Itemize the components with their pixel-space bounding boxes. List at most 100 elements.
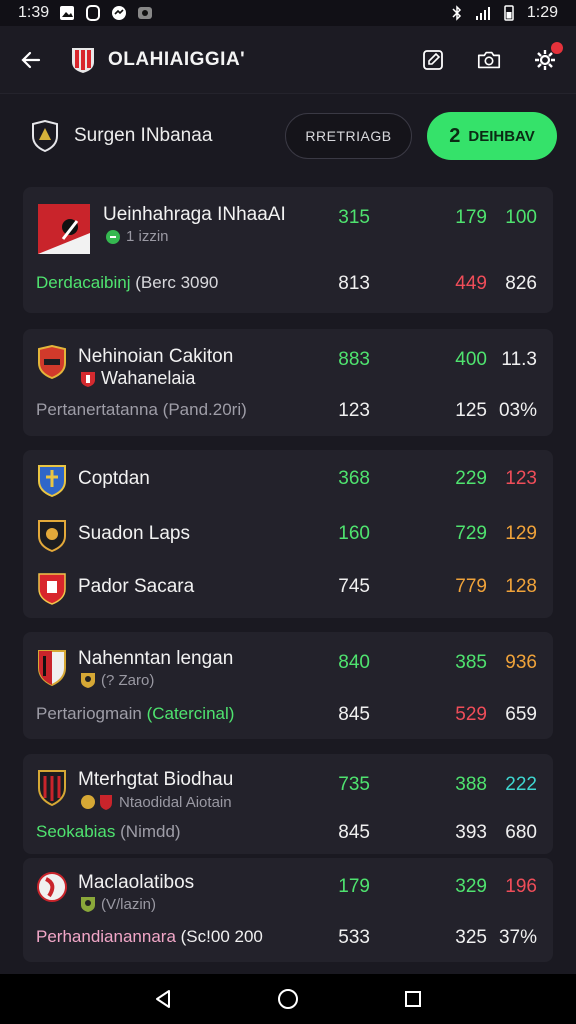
circle-home-icon — [277, 989, 298, 1009]
league-crest-icon — [32, 120, 58, 152]
card-footer-label: Pertanertatanna (Pand.20ri) — [36, 400, 247, 420]
footer-label: Pertariogmain — [36, 704, 142, 723]
card-footer-label: Derdacaibinj (Berc 3090 — [36, 273, 218, 293]
nav-home-button[interactable] — [275, 986, 301, 1012]
team-row[interactable]: Pador Sacara 745 779 128 — [23, 568, 553, 608]
footer-label-secondary: (Pand.20ri) — [162, 400, 247, 419]
match-card[interactable]: Nahenntan lengan (? Zaro) 840 385 936 Pe… — [23, 632, 553, 739]
filter-outline-button[interactable]: RRETRIAGB — [285, 113, 412, 159]
settings-button[interactable] — [532, 41, 563, 73]
footer-value: 533 — [338, 927, 370, 948]
edit-icon — [423, 49, 443, 70]
team-subtitle: (V/lazin) — [80, 895, 156, 913]
camera-button[interactable] — [476, 47, 502, 73]
stat-value: 936 — [505, 652, 537, 673]
stat-value: 129 — [505, 523, 537, 544]
team-subtitle: Wahanelaia — [80, 368, 195, 389]
card-footer-label: Seokabias (Nimdd) — [36, 822, 181, 842]
team-name: Pador Sacara — [78, 576, 195, 597]
team-subtitle-text: 1 izzin — [126, 228, 169, 245]
signal-icon — [475, 7, 490, 20]
team-name: Maclaolatibos — [78, 872, 195, 893]
green-button-glyph: 2 — [449, 124, 461, 147]
bluetooth-icon — [452, 5, 461, 21]
nav-back-button[interactable] — [150, 986, 176, 1012]
stat-value: 160 — [338, 523, 370, 544]
stat-value: 840 — [338, 652, 370, 673]
shield-outline-icon — [86, 5, 101, 21]
team-name: Nehinoian Cakiton — [78, 346, 234, 367]
notification-badge — [551, 41, 563, 54]
match-card[interactable]: Nehinoian Cakiton Wahanelaia 883 400 11.… — [23, 329, 553, 436]
footer-label-secondary: (Sc!00 200 — [180, 927, 263, 946]
footer-label: Seokabias — [36, 822, 116, 841]
team-subtitle: Ntaodidal Aiotain — [80, 793, 232, 811]
stat-value: 128 — [505, 576, 537, 597]
gold-red-badges-icon — [81, 795, 112, 810]
messenger-icon — [112, 6, 127, 20]
app-notification-icon — [138, 7, 153, 19]
stat-value: 123 — [505, 468, 537, 489]
footer-value: 37% — [498, 927, 537, 948]
stat-value: 11.3 — [501, 349, 537, 370]
footer-label: Derdacaibinj — [36, 273, 131, 292]
green-button-label: DEIHBAV — [468, 127, 535, 145]
gold-shield-icon — [81, 673, 95, 688]
stat-value: 179 — [338, 876, 370, 897]
match-card[interactable]: Coptdan 368 229 123 Suadon Laps 160 729 … — [23, 450, 553, 618]
stat-value: 100 — [505, 207, 537, 228]
card-footer-label: Pertariogmain (Catercinal) — [36, 704, 234, 724]
team-subtitle-text: Ntaodidal Aiotain — [119, 793, 232, 811]
team-row[interactable]: Coptdan 368 229 123 — [23, 460, 553, 500]
footer-value: 813 — [338, 273, 370, 294]
gold-shield-icon — [81, 897, 95, 912]
team-subtitle-text: Wahanelaia — [101, 368, 196, 388]
nav-recents-button[interactable] — [400, 986, 426, 1012]
team-crest-icon — [38, 345, 66, 379]
back-button[interactable] — [18, 47, 44, 73]
team-crest-icon — [38, 520, 66, 552]
red-shield-icon — [81, 371, 95, 387]
footer-label-secondary: (Catercinal) — [146, 704, 235, 723]
club-logo-icon — [72, 47, 94, 73]
system-nav-bar — [0, 974, 576, 1024]
image-icon — [60, 6, 75, 20]
match-card[interactable]: Maclaolatibos (V/lazin) 179 329 196 Perh… — [23, 858, 553, 962]
team-subtitle-text: (? Zaro) — [101, 671, 155, 689]
footer-value: 123 — [338, 400, 370, 421]
edit-button[interactable] — [420, 47, 446, 73]
filter-label: Surgen INbanaa — [74, 125, 213, 146]
footer-label: Perhandianannara — [36, 927, 176, 946]
team-crest-icon — [38, 770, 66, 806]
footer-label: Pertanertatanna — [36, 400, 158, 419]
square-recents-icon — [405, 991, 422, 1007]
battery-icon — [504, 5, 514, 21]
stat-value: 368 — [338, 468, 370, 489]
filter-green-button[interactable]: 2 DEIHBAV — [427, 112, 557, 160]
camera-icon — [477, 51, 501, 68]
footer-value: 826 — [505, 273, 537, 294]
team-crest-icon — [38, 650, 66, 686]
card-footer-label: Perhandianannara (Sc!00 200 — [36, 927, 263, 947]
arrow-left-icon — [21, 51, 41, 68]
team-name: Ueinhahraga INhaaAI — [103, 204, 286, 225]
team-subtitle: 1 izzin — [105, 228, 169, 245]
footer-label-secondary: (Berc 3090 — [135, 273, 219, 292]
footer-value: 659 — [505, 704, 537, 725]
team-row[interactable]: Suadon Laps 160 729 129 — [23, 515, 553, 555]
stat-value: 315 — [338, 207, 370, 228]
stat-value: 196 — [505, 876, 537, 897]
filter-row: Surgen INbanaa RRETRIAGB 2 DEIHBAV — [0, 110, 576, 162]
stat-value: 735 — [338, 774, 370, 795]
app-bar: OLAHIAIGGIA' — [0, 26, 576, 94]
green-dot-icon — [106, 229, 120, 244]
status-time: 1:39 — [18, 4, 50, 21]
footer-value: 845 — [338, 822, 370, 843]
team-crest-icon — [38, 465, 66, 497]
team-subtitle-text: (V/lazin) — [101, 895, 157, 913]
footer-value: 03% — [498, 400, 537, 421]
app-title: OLAHIAIGGIA' — [108, 48, 246, 70]
match-card[interactable]: Ueinhahraga INhaaAI 1 izzin 315 179 100 … — [23, 187, 553, 313]
match-card[interactable]: Mterhgtat Biodhau Ntaodidal Aiotain 735 … — [23, 754, 553, 854]
status-time-right: 1:29 — [526, 4, 558, 21]
